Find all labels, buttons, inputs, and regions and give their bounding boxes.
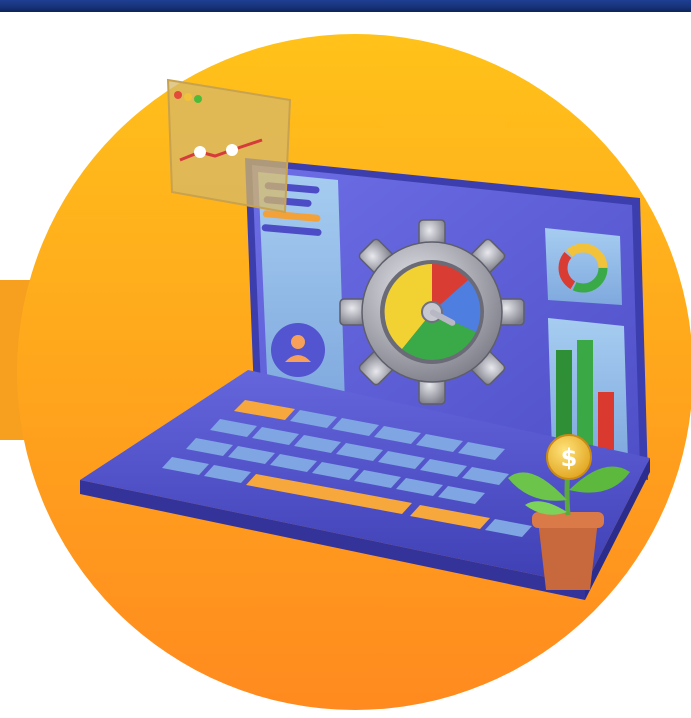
user-avatar-icon: [271, 323, 325, 377]
gear-icon: [339, 219, 525, 405]
bar-green-short: [556, 350, 572, 446]
illustration-scene: $: [17, 34, 691, 710]
floating-chart-card: [166, 78, 292, 214]
screen-donut-panel: [545, 228, 622, 305]
dollar-symbol: $: [561, 444, 578, 472]
window-dot-yellow: [184, 93, 192, 101]
window-dot-red: [174, 91, 182, 99]
plant-pot: [538, 520, 598, 590]
bar-red: [598, 392, 614, 452]
window-dot-green: [194, 95, 202, 103]
bar-green-tall: [577, 340, 593, 450]
